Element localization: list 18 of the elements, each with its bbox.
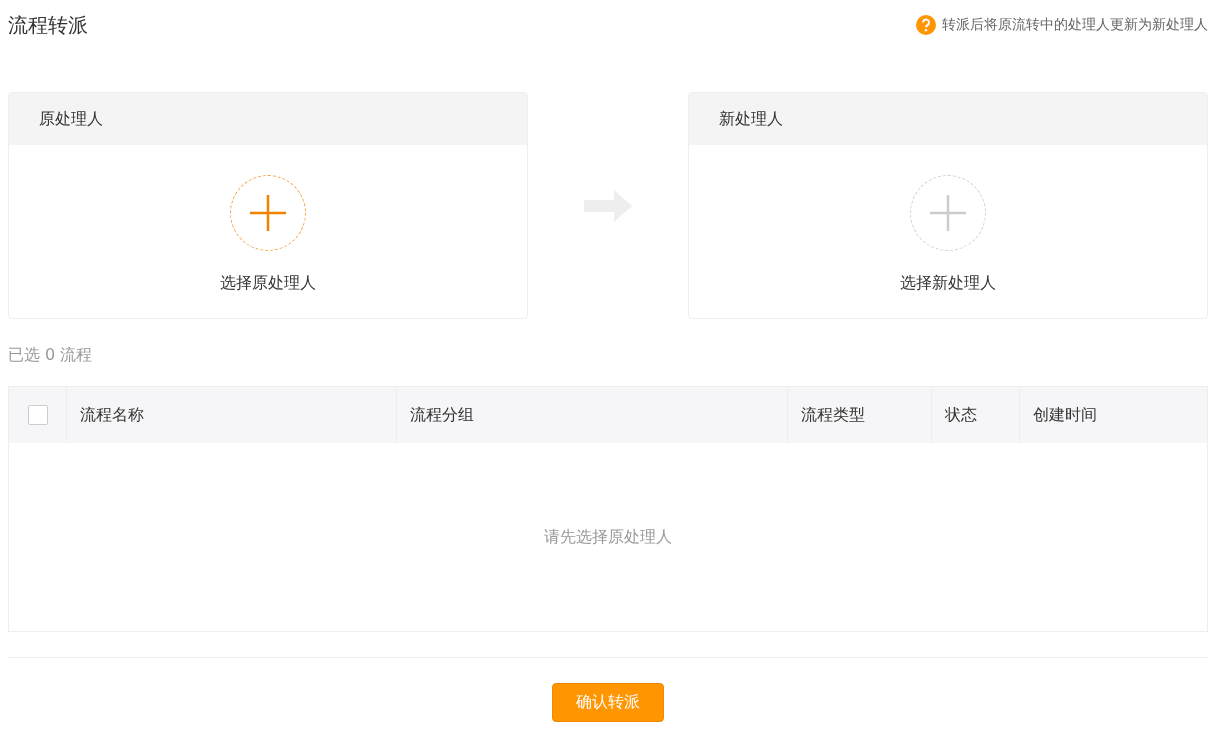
column-header: 流程名称 [66, 387, 396, 443]
selected-count: 已选 0 流程 [8, 345, 94, 366]
page-title: 流程转派 [8, 11, 88, 39]
plus-icon [929, 194, 967, 232]
plus-icon [249, 194, 287, 232]
hint-text: 转派后将原流转中的处理人更新为新处理人 [942, 16, 1208, 34]
confirm-button[interactable]: 确认转派 [552, 683, 664, 722]
column-header: 状态 [931, 387, 1019, 443]
select-all-checkbox[interactable] [27, 405, 48, 425]
card-header: 新处理人 [689, 93, 1207, 145]
add-label: 选择新处理人 [900, 273, 996, 294]
card-header: 原处理人 [9, 93, 527, 145]
add-label: 选择原处理人 [220, 273, 316, 294]
help-icon [916, 15, 936, 35]
column-header: 流程分组 [396, 387, 787, 443]
empty-message: 请先选择原处理人 [544, 526, 672, 548]
column-header: 流程类型 [787, 387, 931, 443]
column-header: 创建时间 [1019, 387, 1207, 443]
